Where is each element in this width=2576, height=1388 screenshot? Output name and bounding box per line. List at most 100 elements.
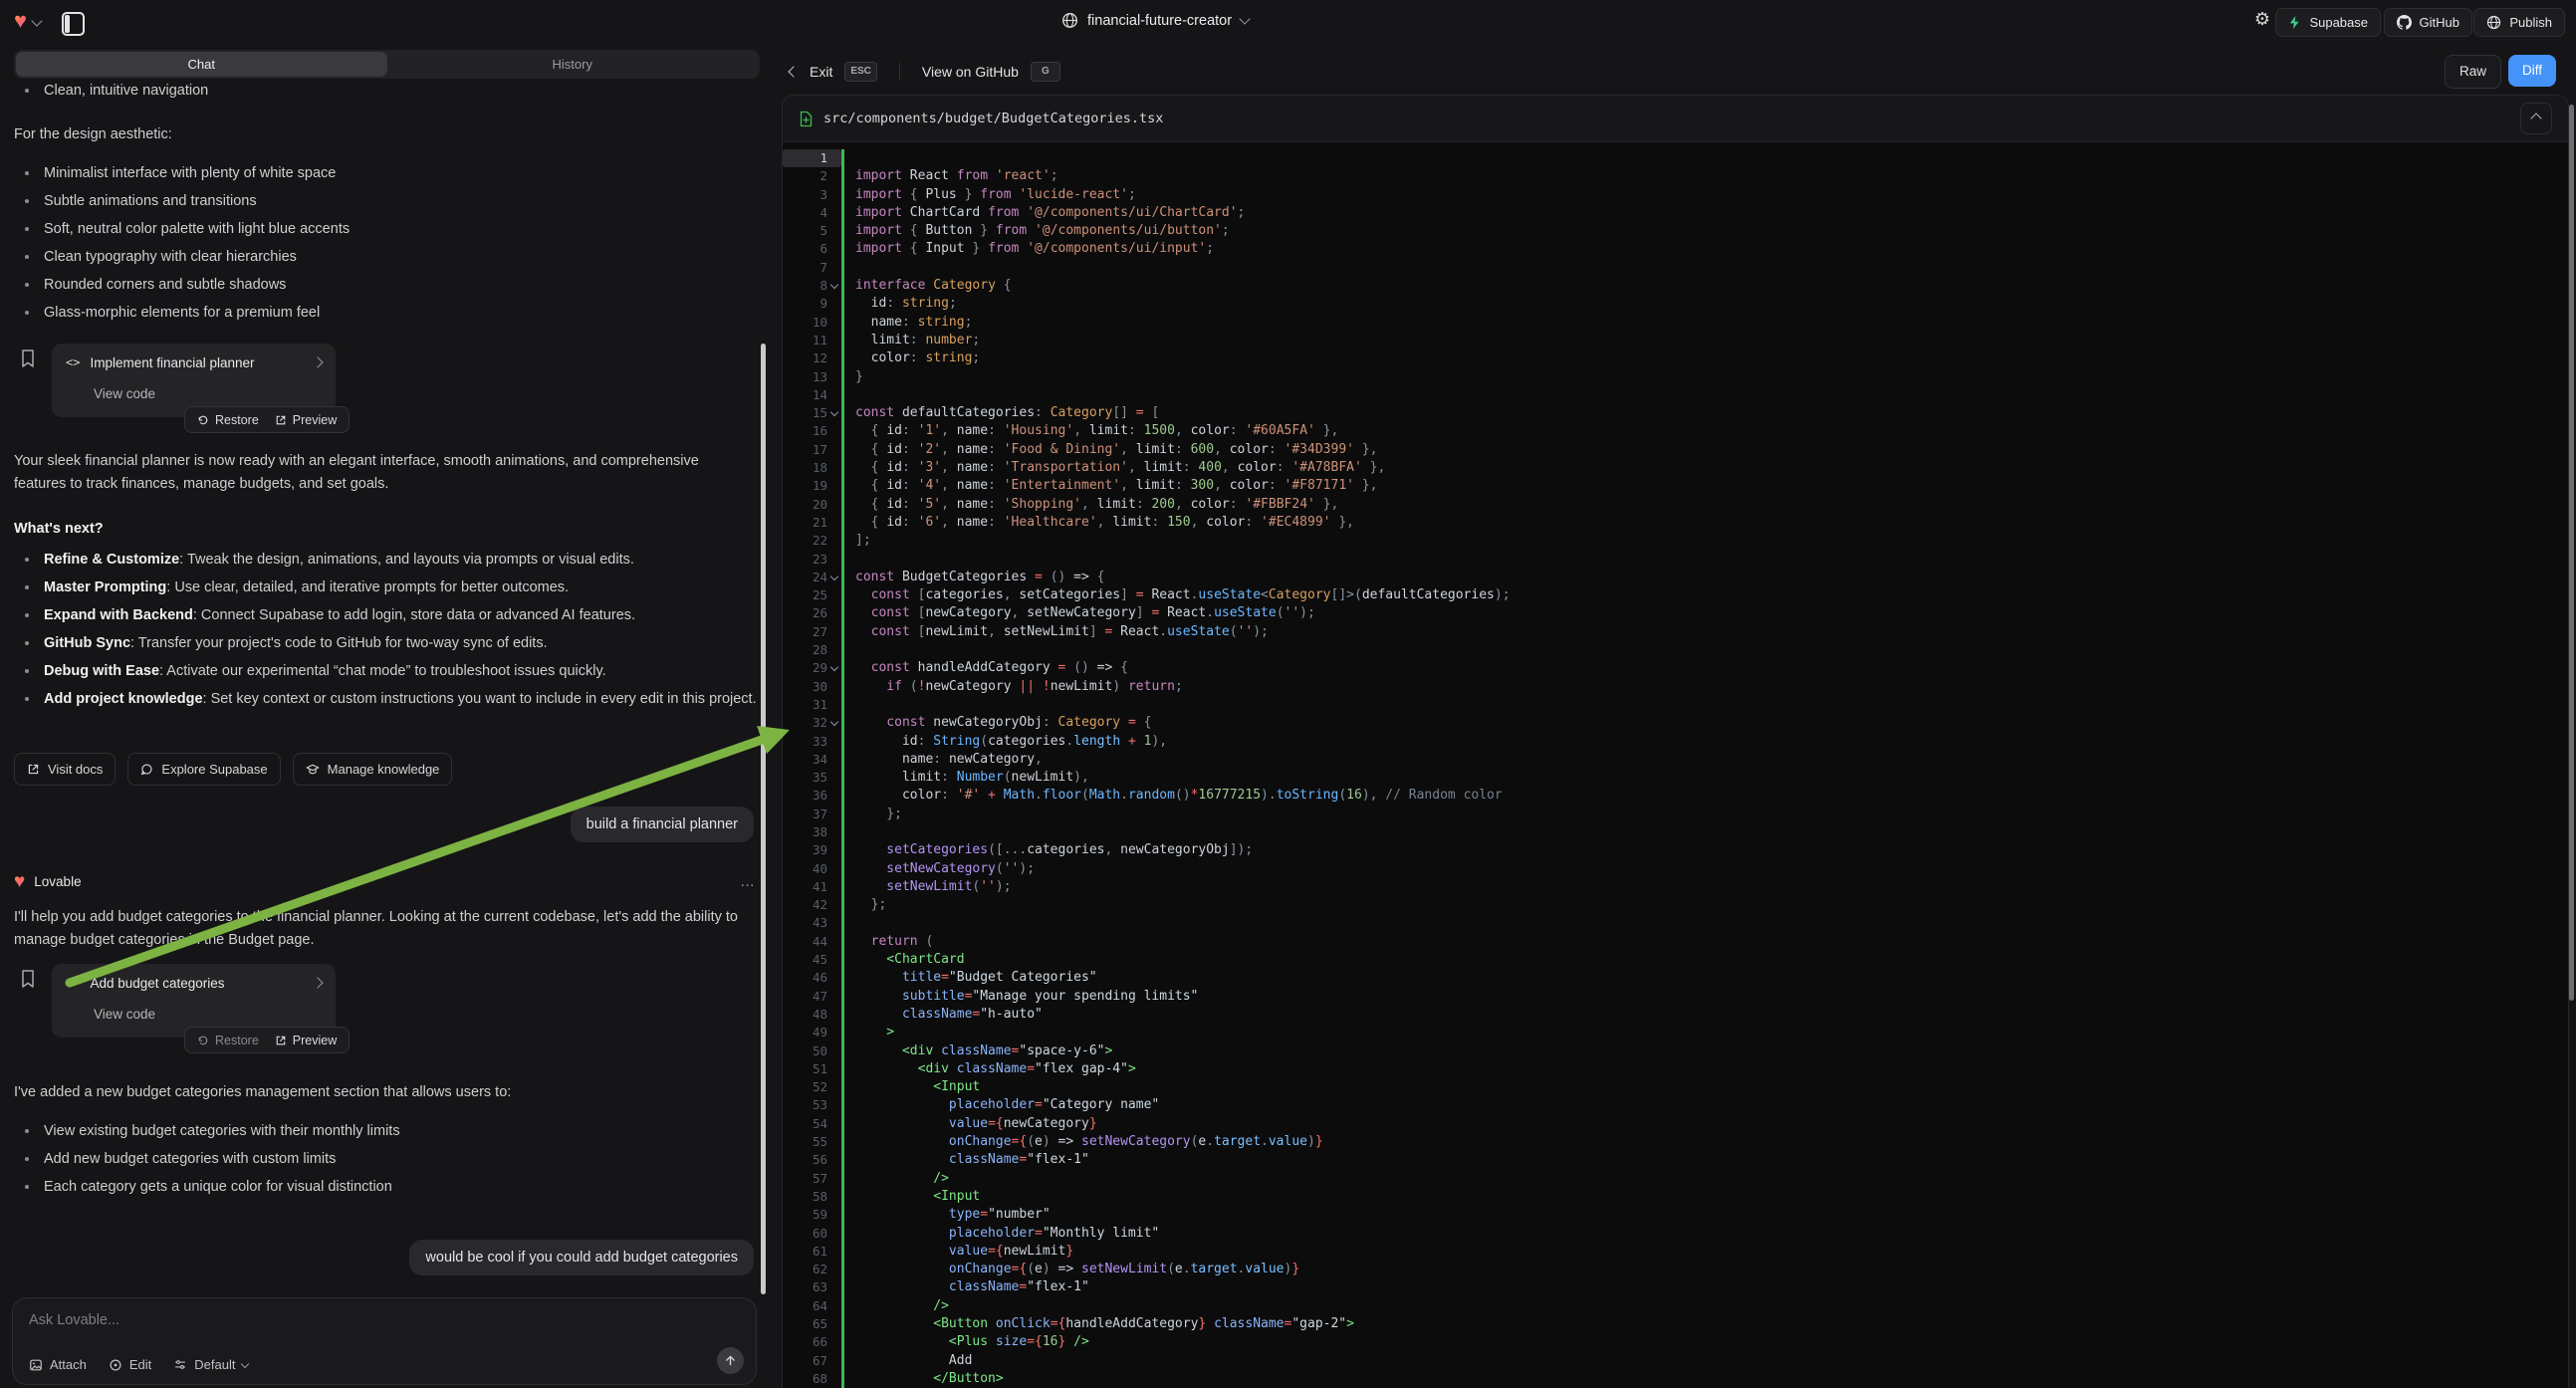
sidebar-toggle-icon bbox=[62, 12, 85, 36]
publish-label: Publish bbox=[2509, 15, 2552, 30]
logo-menu-chevron-icon[interactable] bbox=[31, 15, 42, 26]
fold-chevron-icon[interactable] bbox=[827, 569, 841, 586]
bookmark-icon[interactable] bbox=[20, 969, 36, 989]
message-menu-button[interactable]: … bbox=[740, 873, 757, 890]
code-text: const defaultCategories: Category[] = [ bbox=[844, 404, 1159, 422]
settings-button[interactable]: ⚙ bbox=[2254, 9, 2270, 30]
fold-chevron-icon[interactable] bbox=[827, 659, 841, 677]
code-line: 66 <Plus size={16} /> bbox=[783, 1333, 2568, 1351]
project-title-menu[interactable]: financial-future-creator bbox=[1061, 12, 1249, 29]
top-bar: ♥ financial-future-creator ⚙ Supabase bbox=[0, 0, 2576, 44]
code-text: subtitle="Manage your spending limits" bbox=[844, 988, 1198, 1006]
visit-docs-button[interactable]: Visit docs bbox=[14, 753, 116, 786]
code-line: 57 /> bbox=[783, 1170, 2568, 1188]
fold-gutter bbox=[827, 477, 841, 495]
fold-gutter bbox=[827, 823, 841, 841]
code-line: 56 className="flex-1" bbox=[783, 1151, 2568, 1169]
code-line: 65 <Button onClick={handleAddCategory} c… bbox=[783, 1315, 2568, 1333]
restore-button[interactable]: Restore bbox=[197, 1034, 259, 1047]
code-text bbox=[844, 914, 855, 932]
code-line: 13} bbox=[783, 368, 2568, 386]
supabase-label: Supabase bbox=[2309, 15, 2368, 30]
code-text: id: String(categories.length + 1), bbox=[844, 733, 1167, 751]
code-text: name: string; bbox=[844, 314, 972, 332]
code-text: return ( bbox=[844, 933, 933, 951]
fold-gutter bbox=[827, 386, 841, 404]
line-number: 68 bbox=[783, 1370, 827, 1388]
preview-button[interactable]: Preview bbox=[275, 413, 337, 427]
chevron-left-icon[interactable] bbox=[788, 66, 799, 77]
restore-button[interactable]: Restore bbox=[197, 413, 259, 427]
fold-gutter bbox=[827, 1170, 841, 1188]
attach-image-icon bbox=[29, 1358, 43, 1372]
line-number: 38 bbox=[783, 823, 827, 841]
line-number: 49 bbox=[783, 1024, 827, 1041]
composer-input[interactable]: Ask Lovable... bbox=[29, 1312, 740, 1328]
code-text: limit: Number(newLimit), bbox=[844, 769, 1089, 787]
file-header[interactable]: src/components/budget/BudgetCategories.t… bbox=[783, 96, 2568, 142]
send-button[interactable] bbox=[717, 1347, 744, 1374]
code-lines: 12import React from 'react';3import { Pl… bbox=[783, 142, 2568, 1388]
explore-supabase-button[interactable]: Explore Supabase bbox=[127, 753, 280, 786]
list-item: View existing budget categories with the… bbox=[14, 1117, 757, 1145]
line-number: 62 bbox=[783, 1261, 827, 1278]
line-number: 5 bbox=[783, 222, 827, 240]
code-text: { id: '5', name: 'Shopping', limit: 200,… bbox=[844, 496, 1338, 514]
line-number: 24 bbox=[783, 569, 827, 586]
line-number: 16 bbox=[783, 422, 827, 440]
line-number: 56 bbox=[783, 1151, 827, 1169]
line-number: 30 bbox=[783, 678, 827, 696]
collapse-file-button[interactable] bbox=[2520, 103, 2552, 134]
code-line: 31 bbox=[783, 696, 2568, 714]
list-item: Rounded corners and subtle shadows bbox=[14, 271, 757, 299]
fold-chevron-icon[interactable] bbox=[827, 404, 841, 422]
code-text: className="flex-1" bbox=[844, 1278, 1089, 1296]
exit-button[interactable]: Exit bbox=[810, 64, 832, 80]
tab-history[interactable]: History bbox=[387, 52, 759, 77]
line-number: 25 bbox=[783, 586, 827, 604]
fold-gutter bbox=[827, 951, 841, 969]
fold-gutter bbox=[827, 787, 841, 805]
view-on-github-button[interactable]: View on GitHub bbox=[922, 64, 1019, 80]
chat-scrollbar[interactable] bbox=[761, 344, 766, 1294]
model-selector[interactable]: Default bbox=[173, 1357, 248, 1372]
fold-gutter bbox=[827, 841, 841, 859]
view-code-link[interactable]: View code bbox=[66, 1002, 322, 1028]
code-text: const [newCategory, setNewCategory] = Re… bbox=[844, 604, 1315, 622]
code-text: ]; bbox=[844, 532, 871, 550]
view-code-link[interactable]: View code bbox=[66, 381, 322, 407]
raw-toggle-button[interactable]: Raw bbox=[2445, 55, 2501, 89]
sidebar-toggle-button[interactable] bbox=[62, 12, 85, 36]
code-text: > bbox=[844, 1024, 894, 1041]
lovable-avatar: ♥ bbox=[14, 872, 25, 891]
external-link-icon bbox=[275, 414, 287, 426]
bookmark-icon[interactable] bbox=[20, 348, 36, 368]
code-line: 35 limit: Number(newLimit), bbox=[783, 769, 2568, 787]
line-number: 12 bbox=[783, 349, 827, 367]
github-button[interactable]: GitHub bbox=[2384, 8, 2472, 37]
code-scrollbar[interactable] bbox=[2569, 105, 2574, 1001]
line-number: 11 bbox=[783, 332, 827, 349]
graduation-cap-icon bbox=[306, 763, 320, 776]
fold-chevron-icon[interactable] bbox=[827, 714, 841, 732]
supabase-button[interactable]: Supabase bbox=[2275, 8, 2381, 37]
code-line: 39 setCategories([...categories, newCate… bbox=[783, 841, 2568, 859]
attach-button[interactable]: Attach bbox=[29, 1357, 87, 1372]
lovable-logo-icon[interactable]: ♥ bbox=[14, 10, 27, 32]
line-number: 41 bbox=[783, 878, 827, 896]
manage-knowledge-button[interactable]: Manage knowledge bbox=[293, 753, 453, 786]
fold-gutter bbox=[827, 1261, 841, 1278]
line-number: 28 bbox=[783, 641, 827, 659]
diff-toggle-button[interactable]: Diff bbox=[2508, 55, 2556, 87]
publish-button[interactable]: Publish bbox=[2473, 8, 2565, 37]
fold-gutter bbox=[827, 368, 841, 386]
code-line: 19 { id: '4', name: 'Entertainment', lim… bbox=[783, 477, 2568, 495]
code-line: 55 onChange={(e) => setNewCategory(e.tar… bbox=[783, 1133, 2568, 1151]
composer[interactable]: Ask Lovable... Attach Edit bbox=[12, 1297, 757, 1385]
code-line: 52 <Input bbox=[783, 1078, 2568, 1096]
fold-chevron-icon[interactable] bbox=[827, 277, 841, 295]
tab-chat[interactable]: Chat bbox=[16, 52, 387, 77]
code-text: onChange={(e) => setNewCategory(e.target… bbox=[844, 1133, 1323, 1151]
preview-button[interactable]: Preview bbox=[275, 1034, 337, 1047]
edit-button[interactable]: Edit bbox=[109, 1357, 151, 1372]
